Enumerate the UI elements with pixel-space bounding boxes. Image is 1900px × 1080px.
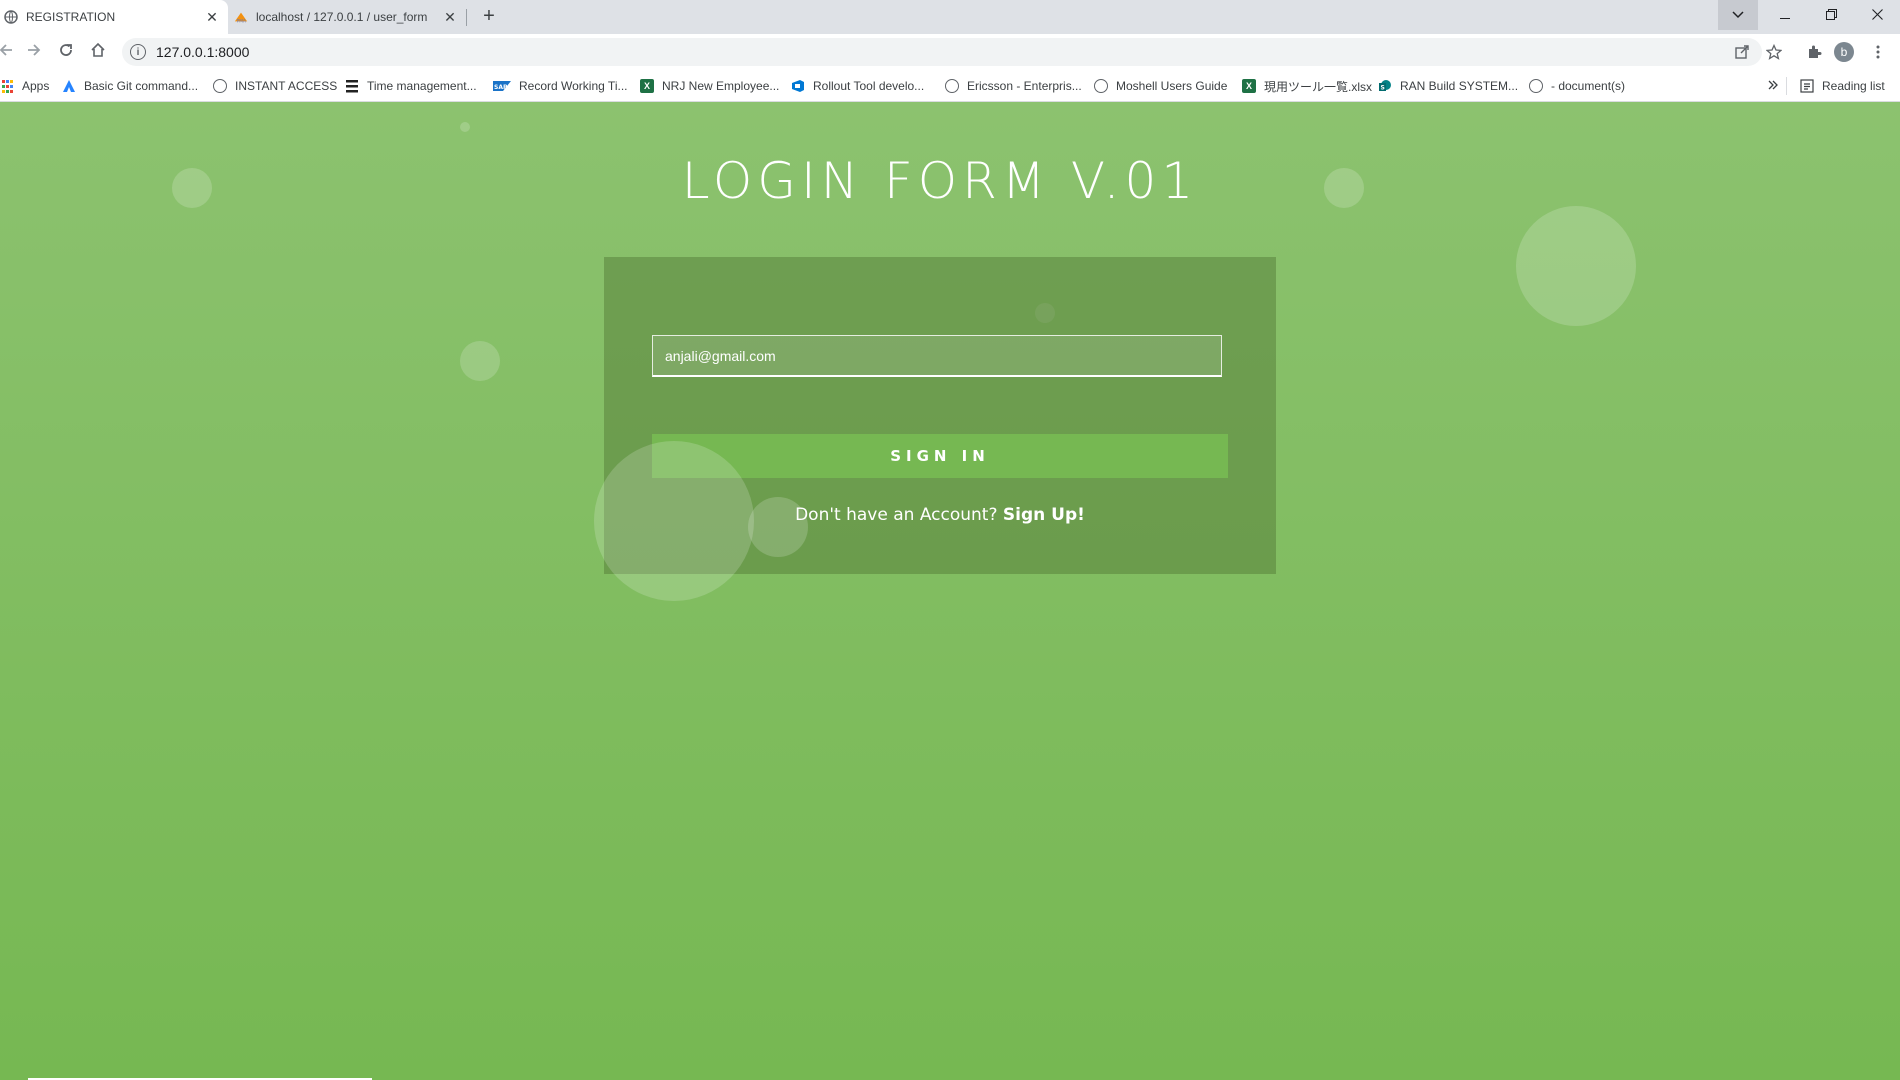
bookmark-record-working[interactable]: SAP Record Working Ti...: [493, 70, 627, 102]
tab-divider: [466, 9, 467, 26]
bookmark-ericsson[interactable]: Ericsson - Enterpris...: [945, 70, 1082, 102]
sharepoint-icon: S: [1378, 79, 1392, 93]
window-close-button[interactable]: [1854, 0, 1900, 30]
bookmark-tool-list[interactable]: X 現用ツール一覧.xlsx: [1242, 70, 1372, 102]
bookmark-label: RAN Build SYSTEM...: [1400, 79, 1519, 93]
svg-text:SAP: SAP: [494, 84, 508, 91]
signup-prompt-text: Don't have an Account?: [795, 505, 998, 525]
sap-icon: SAP: [493, 79, 511, 93]
double-chevron-right-icon: [1768, 79, 1778, 93]
bookmark-nrj[interactable]: X NRJ New Employee...: [640, 70, 779, 102]
stack-icon: [345, 79, 359, 93]
bookmark-label: Basic Git command...: [84, 79, 199, 93]
back-button[interactable]: [0, 40, 18, 64]
reload-icon: [58, 42, 74, 63]
bookmark-label: Moshell Users Guide: [1116, 79, 1228, 93]
bookmark-label: Time management...: [367, 79, 477, 93]
bookmark-label: Ericsson - Enterpris...: [967, 79, 1082, 93]
bookmark-apps[interactable]: Apps: [0, 70, 49, 102]
home-icon: [90, 42, 106, 63]
close-icon: [1871, 7, 1883, 23]
bookmarks-bar: Apps Basic Git command... INSTANT ACCESS…: [0, 70, 1900, 102]
atlassian-icon: [62, 79, 76, 93]
url-text: 127.0.0.1:8000: [156, 44, 250, 60]
minimize-button[interactable]: [1762, 0, 1808, 30]
sign-in-button[interactable]: SIGN IN: [652, 434, 1228, 478]
page-title: LOGIN FORM V.01: [681, 152, 1199, 210]
bookmark-git[interactable]: Basic Git command...: [62, 70, 198, 102]
arrow-left-icon: [0, 42, 14, 63]
bookmarks-overflow-button[interactable]: [1768, 70, 1778, 102]
apps-grid-icon: [0, 79, 14, 93]
reading-list-button[interactable]: Reading list: [1800, 70, 1885, 102]
tab-strip: REGISTRATION ✕ PMA localhost / 127.0.0.1…: [0, 0, 1900, 34]
tab-search-button[interactable]: [1718, 0, 1758, 30]
bookmark-label: Record Working Ti...: [519, 79, 628, 93]
background-bubble: [460, 341, 500, 381]
phpmyadmin-icon: PMA: [234, 10, 248, 24]
excel-icon: X: [640, 79, 654, 93]
globe-icon: [945, 79, 959, 93]
kebab-menu-icon[interactable]: [1866, 40, 1890, 64]
globe-icon: [1094, 79, 1108, 93]
svg-text:PMA: PMA: [237, 18, 246, 24]
reload-button[interactable]: [54, 40, 78, 64]
restore-button[interactable]: [1808, 0, 1854, 30]
reading-list-icon: [1800, 79, 1814, 93]
tab-title: REGISTRATION: [26, 10, 116, 24]
svg-text:S: S: [1381, 85, 1385, 92]
tab-title: localhost / 127.0.0.1 / user_form: [256, 10, 428, 24]
bookmark-time-management[interactable]: Time management...: [345, 70, 477, 102]
background-bubble: [594, 441, 754, 601]
bookmark-label: - document(s): [1551, 79, 1626, 93]
bookmark-rollout-tool[interactable]: Rollout Tool develo...: [791, 70, 924, 102]
share-icon[interactable]: [1730, 40, 1754, 64]
reading-list-label: Reading list: [1822, 79, 1885, 93]
bookmark-instant-access[interactable]: INSTANT ACCESS: [213, 70, 337, 102]
bookmark-moshell[interactable]: Moshell Users Guide: [1094, 70, 1227, 102]
tab-phpmyadmin[interactable]: PMA localhost / 127.0.0.1 / user_form ✕: [230, 0, 466, 34]
azure-devops-icon: [791, 79, 805, 93]
browser-toolbar: i 127.0.0.1:8000 b: [0, 34, 1900, 70]
email-field[interactable]: [652, 335, 1222, 377]
bookmark-label: 現用ツール一覧.xlsx: [1264, 79, 1373, 94]
info-icon[interactable]: i: [130, 44, 146, 60]
chevron-down-icon: [1732, 6, 1744, 24]
background-bubble: [748, 497, 808, 557]
restore-icon: [1825, 7, 1837, 23]
globe-icon: [213, 79, 227, 93]
bookmark-label: NRJ New Employee...: [662, 79, 780, 93]
bookmark-label: INSTANT ACCESS: [235, 79, 338, 93]
new-tab-button[interactable]: +: [478, 5, 500, 27]
arrow-right-icon: [26, 42, 42, 63]
bookmark-ran-build[interactable]: S RAN Build SYSTEM...: [1378, 70, 1518, 102]
bookmark-label: Rollout Tool develo...: [813, 79, 925, 93]
globe-icon: [1529, 79, 1543, 93]
globe-icon: [4, 10, 18, 24]
bookmarks-divider: [1786, 77, 1787, 95]
profile-avatar[interactable]: b: [1834, 42, 1854, 62]
excel-icon: X: [1242, 79, 1256, 93]
bookmark-documents[interactable]: - document(s): [1529, 70, 1625, 102]
page-content: LOGIN FORM V.01 SIGN IN Don't have an Ac…: [0, 102, 1900, 1080]
bookmark-star-icon[interactable]: [1762, 40, 1786, 64]
bookmark-label: Apps: [22, 79, 50, 93]
home-button[interactable]: [86, 40, 110, 64]
sign-up-link[interactable]: Sign Up!: [1003, 505, 1085, 525]
extensions-icon[interactable]: [1802, 40, 1826, 64]
background-bubble: [460, 122, 470, 132]
close-icon[interactable]: ✕: [202, 7, 222, 27]
background-bubble: [1516, 206, 1636, 326]
tab-registration[interactable]: REGISTRATION ✕: [0, 0, 228, 34]
forward-button[interactable]: [22, 40, 46, 64]
close-icon[interactable]: ✕: [440, 7, 460, 27]
minimize-icon: [1780, 7, 1790, 23]
address-bar[interactable]: i 127.0.0.1:8000: [122, 38, 1762, 66]
